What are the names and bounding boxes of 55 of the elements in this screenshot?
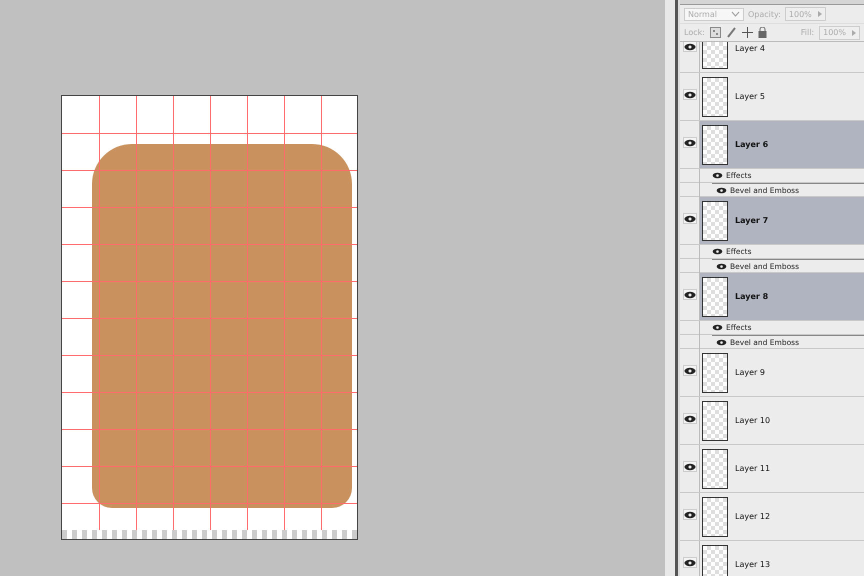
- opacity-label: Opacity:: [748, 10, 781, 18]
- layer-thumbnail: [702, 400, 728, 440]
- visibility-toggle[interactable]: [682, 461, 696, 472]
- visibility-toggle[interactable]: [682, 89, 696, 100]
- layer-name: Layer 10: [735, 416, 770, 425]
- brush-icon[interactable]: [726, 27, 737, 38]
- layer-name: Layer 12: [735, 512, 770, 521]
- caret-icon: [852, 30, 856, 36]
- layer-row[interactable]: Layer 13: [700, 541, 864, 576]
- lock-transparency-icon[interactable]: [710, 27, 721, 38]
- layer-thumbnail: [702, 76, 728, 116]
- layer-row[interactable]: Layer 7: [700, 197, 864, 244]
- layer-thumbnail: [702, 496, 728, 536]
- layer-thumbnail: [702, 200, 728, 240]
- layer-name: Layer 11: [735, 464, 770, 473]
- move-icon[interactable]: [742, 27, 753, 38]
- layer-name: Layer 5: [735, 92, 765, 101]
- layer-thumbnail: [702, 544, 728, 576]
- layer-row[interactable]: Layer 5: [700, 73, 864, 120]
- visibility-toggle[interactable]: [682, 137, 696, 148]
- eye-icon: [716, 338, 727, 346]
- eye-icon: [712, 248, 723, 255]
- layer-name: Layer 4: [735, 44, 765, 53]
- layer-name: Layer 8: [735, 292, 768, 301]
- visibility-toggle[interactable]: [682, 365, 696, 376]
- layer-thumbnail: [702, 448, 728, 488]
- visibility-toggle[interactable]: [682, 42, 696, 52]
- layer-row[interactable]: Layer 9: [700, 349, 864, 396]
- eye-icon: [712, 172, 723, 179]
- caret-icon: [731, 11, 740, 17]
- layer-row[interactable]: Layer 4: [700, 42, 864, 72]
- layer-thumbnail: [702, 352, 728, 392]
- lock-icon[interactable]: [758, 27, 767, 38]
- visibility-toggle[interactable]: [682, 509, 696, 520]
- visibility-toggle[interactable]: [682, 213, 696, 224]
- lock-label: Lock:: [684, 28, 705, 37]
- layer-row[interactable]: Layer 12: [700, 493, 864, 540]
- layer-name: Layer 7: [735, 216, 768, 225]
- layer-thumbnail: [702, 124, 728, 164]
- layer-row[interactable]: Layer 6: [700, 121, 864, 168]
- layer-name: Layer 13: [735, 560, 770, 569]
- layer-row[interactable]: Layer 10: [700, 397, 864, 444]
- layer-row[interactable]: Layer 8: [700, 273, 864, 320]
- eye-icon: [712, 324, 723, 331]
- visibility-toggle[interactable]: [682, 289, 696, 300]
- caret-icon: [818, 11, 822, 17]
- layer-name: Layer 6: [735, 140, 768, 149]
- visibility-toggle[interactable]: [682, 413, 696, 424]
- fill-label: Fill:: [800, 28, 814, 37]
- eye-icon: [716, 186, 727, 194]
- eye-icon: [716, 262, 727, 270]
- layer-thumbnail: [702, 276, 728, 316]
- layer-name: Layer 9: [735, 368, 765, 377]
- layer-row[interactable]: Layer 11: [700, 445, 864, 492]
- visibility-toggle[interactable]: [682, 557, 696, 568]
